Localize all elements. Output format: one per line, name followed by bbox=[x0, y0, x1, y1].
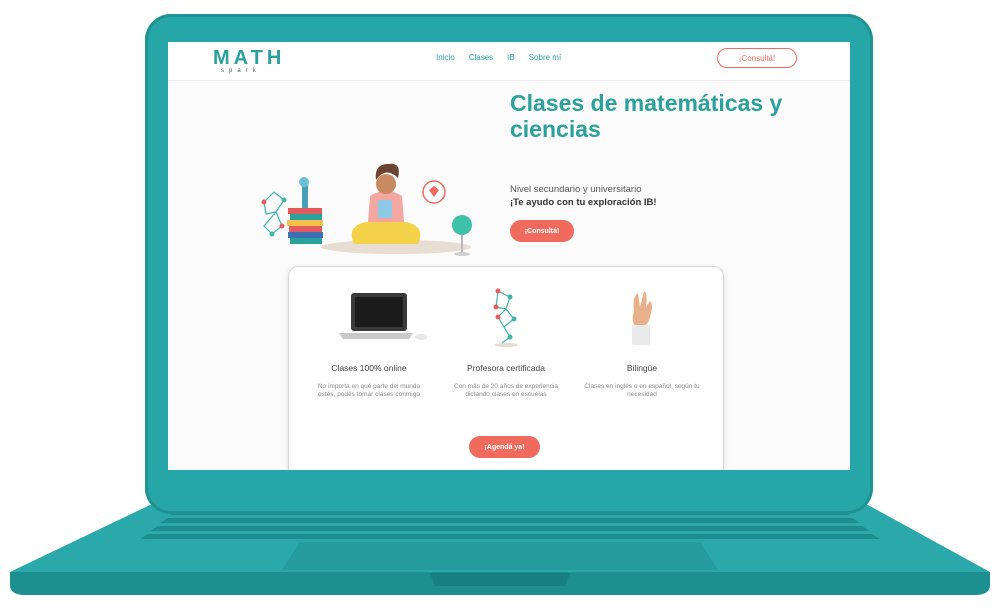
feature-certified-desc: Con más de 20 años de experiencia dictan… bbox=[453, 383, 559, 398]
girl-icon bbox=[351, 163, 421, 244]
nav-link-ib[interactable]: IB bbox=[507, 53, 515, 62]
hand-gesture-icon bbox=[632, 291, 652, 345]
nav-link-inicio[interactable]: Inicio bbox=[436, 53, 455, 62]
feature-bilingual-desc: Clases en inglés o en español, según tu … bbox=[584, 383, 700, 398]
logo-sub: spark bbox=[221, 68, 261, 74]
nav-consulta-button[interactable]: ¡Consultá! bbox=[717, 48, 797, 68]
student-illustration bbox=[261, 163, 472, 256]
laptop-icon bbox=[339, 293, 427, 340]
features-card: Clases 100% online No importa en qué par… bbox=[288, 266, 724, 470]
nav-link-sobre-mi[interactable]: Sobre mí bbox=[529, 53, 561, 62]
feature-online-title: Clases 100% online bbox=[331, 363, 407, 373]
hero-consulta-button[interactable]: ¡Consultá! bbox=[510, 220, 574, 242]
molecule-icon bbox=[493, 288, 518, 347]
hero-subtitle: Nivel secundario y universitario bbox=[510, 184, 642, 195]
feature-certified-title: Profesora certificada bbox=[467, 363, 545, 373]
agenda-button[interactable]: ¡Agendá ya! bbox=[469, 436, 540, 458]
diamond-badge-icon bbox=[422, 180, 446, 204]
nav-links: Inicio Clases IB Sobre mí bbox=[436, 53, 561, 62]
book-stack-icon bbox=[287, 177, 323, 244]
top-nav: MATH spark Inicio Clases IB Sobre mí ¡Co… bbox=[168, 42, 850, 81]
hero-highlight: ¡Te ayudo con tu exploración IB! bbox=[510, 197, 657, 208]
logo-word: MATH bbox=[213, 47, 286, 69]
nav-link-clases[interactable]: Clases bbox=[469, 53, 493, 62]
site-logo[interactable]: MATH spark bbox=[213, 47, 283, 77]
molecule-icon bbox=[261, 191, 287, 237]
hero-title: Clases de matemáticas y ciencias bbox=[510, 90, 783, 142]
browser-screen: MATH spark Inicio Clases IB Sobre mí ¡Co… bbox=[168, 42, 850, 470]
feature-online-desc: No importa en qué parte del mundo estés,… bbox=[317, 383, 421, 398]
feature-bilingual-title: Bilingüe bbox=[626, 363, 658, 373]
